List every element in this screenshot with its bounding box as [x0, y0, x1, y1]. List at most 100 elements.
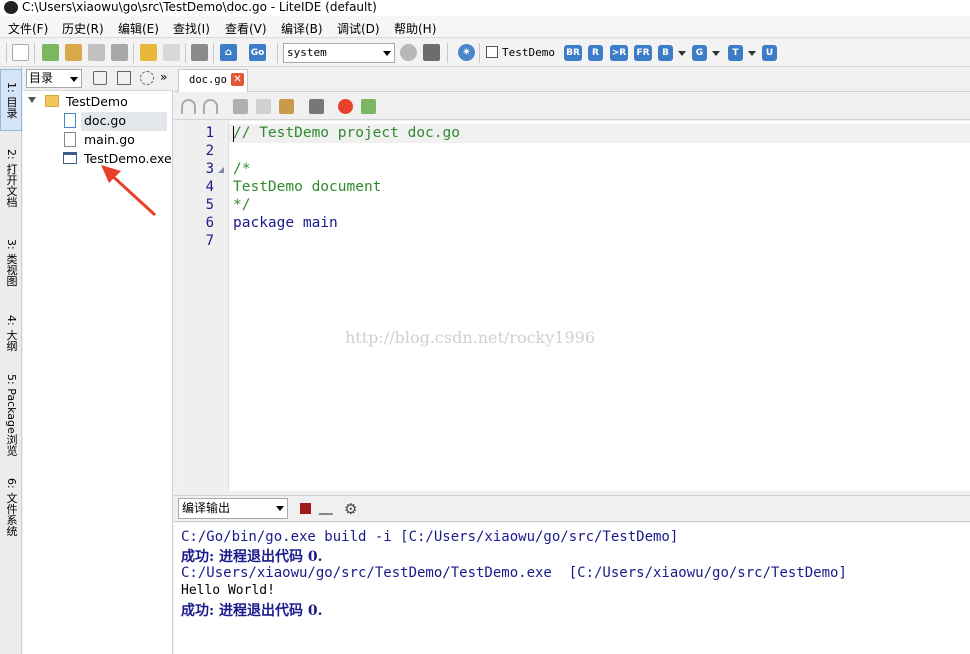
fold-marker-icon[interactable] — [218, 167, 224, 173]
build-target-label: TestDemo — [502, 46, 555, 59]
output-line: C:/Go/bin/go.exe build -i [C:/Users/xiao… — [181, 529, 679, 545]
test-dropdown-icon[interactable] — [748, 51, 756, 56]
tree-item-root[interactable]: TestDemo — [66, 93, 128, 112]
menu-help[interactable]: 帮助(H) — [394, 20, 436, 37]
title-bar: C:\Users\xiaowu\go\src\TestDemo\doc.go -… — [0, 0, 970, 16]
watermark: http://blog.csdn.net/rocky1996 — [345, 328, 595, 347]
close-icon[interactable]: ✕ — [231, 73, 244, 86]
menu-build[interactable]: 编译(B) — [281, 20, 323, 37]
locate-icon[interactable] — [140, 71, 154, 85]
file-run-button[interactable]: FR — [634, 45, 652, 61]
menu-view[interactable]: 查看(V) — [225, 20, 267, 37]
run-term-button[interactable]: >R — [610, 45, 628, 61]
debug-run-icon[interactable] — [361, 99, 376, 114]
tree-view-select-value: 目录 — [29, 71, 54, 85]
tree-item-doc-go[interactable]: doc.go — [81, 112, 167, 131]
tab-outline[interactable]: 4: 大纲 — [0, 303, 22, 363]
main-toolbar: ⌂ Go ✷ — [0, 39, 970, 67]
chevron-down-icon — [70, 77, 78, 82]
test-button[interactable]: T — [728, 45, 743, 61]
code-line-1: // TestDemo project doc.go — [233, 125, 460, 141]
tab-class-view[interactable]: 3: 类视图 — [0, 225, 22, 301]
back-icon[interactable] — [140, 44, 157, 61]
code-editor[interactable] — [229, 121, 970, 491]
code-line-6: package main — [233, 215, 338, 231]
menu-bar: 文件(F) 历史(R) 编辑(E) 查找(I) 查看(V) 编译(B) 调试(D… — [0, 16, 970, 38]
output-panel-select-value: 编译输出 — [182, 501, 231, 515]
build-dropdown-icon[interactable] — [678, 51, 686, 56]
env-select[interactable]: system — [283, 43, 395, 63]
menu-file[interactable]: 文件(F) — [8, 20, 48, 37]
exe-file-icon — [63, 152, 77, 164]
output-header — [174, 495, 970, 522]
line-number: 7 — [205, 233, 214, 249]
app-icon — [4, 1, 18, 14]
forward-icon[interactable] — [163, 44, 180, 61]
code-line-5: */ — [233, 197, 251, 213]
output-line: 成功: 进程退出代码 0. — [181, 603, 323, 619]
breakpoint-icon[interactable] — [338, 99, 353, 114]
new-project-icon[interactable] — [42, 44, 59, 61]
line-number: 4 — [205, 179, 214, 195]
build-target-checkbox[interactable] — [486, 46, 498, 58]
save-icon[interactable] — [88, 44, 105, 61]
cut-icon[interactable] — [233, 99, 248, 114]
tab-package-browser[interactable]: 5: Package浏览 — [0, 365, 22, 465]
tree-item-main-go[interactable]: main.go — [84, 131, 135, 150]
line-number: 3 — [205, 161, 214, 177]
copy-icon[interactable] — [256, 99, 271, 114]
build-config-icon[interactable]: ✷ — [458, 44, 475, 61]
tree-item-label: doc.go — [84, 113, 127, 128]
output-panel-select[interactable]: 编译输出 — [178, 498, 288, 519]
settings-gear-icon[interactable]: ⚙ — [344, 500, 357, 518]
window-title: C:\Users\xiaowu\go\src\TestDemo\doc.go -… — [22, 0, 377, 14]
edit-env-icon[interactable] — [423, 44, 440, 61]
stop-icon[interactable] — [300, 503, 311, 514]
side-tab-rail: 1: 目录 2: 打开文档 3: 类视图 4: 大纲 5: Package浏览 … — [0, 67, 22, 654]
lock-icon[interactable] — [309, 99, 324, 114]
line-number: 2 — [205, 143, 214, 159]
line-number: 6 — [205, 215, 214, 231]
redo-icon[interactable] — [203, 99, 218, 114]
menu-history[interactable]: 历史(R) — [62, 20, 104, 37]
output-line: 成功: 进程退出代码 0. — [181, 549, 323, 565]
paste-icon[interactable] — [279, 99, 294, 114]
new-file-icon[interactable] — [12, 44, 29, 61]
code-line-4: TestDemo document — [233, 179, 382, 195]
save-all-icon[interactable] — [111, 44, 128, 61]
annotation-arrow-icon — [101, 165, 157, 217]
more-icon[interactable]: » — [160, 70, 167, 84]
chevron-down-icon — [276, 506, 284, 511]
menu-find[interactable]: 查找(I) — [173, 20, 210, 37]
output-line: C:/Users/xiaowu/go/src/TestDemo/TestDemo… — [181, 565, 847, 581]
open-folder-icon[interactable] — [65, 44, 82, 61]
sync-editor-icon[interactable] — [117, 71, 131, 85]
go-file-icon — [64, 113, 76, 128]
menu-edit[interactable]: 编辑(E) — [118, 20, 159, 37]
filter-icon[interactable] — [93, 71, 107, 85]
tools-icon[interactable] — [191, 44, 208, 61]
run-button[interactable]: R — [588, 45, 603, 61]
refresh-env-icon[interactable] — [400, 44, 417, 61]
get-dropdown-icon[interactable] — [712, 51, 720, 56]
code-line-3: /* — [233, 161, 251, 177]
tree-view-select[interactable]: 目录 — [26, 69, 82, 88]
output-line: Hello World! — [181, 583, 275, 598]
update-button[interactable]: U — [762, 45, 777, 61]
home-icon[interactable]: ⌂ — [220, 44, 237, 61]
get-button[interactable]: G — [692, 45, 707, 61]
line-number: 1 — [205, 125, 214, 141]
env-select-value: system — [287, 46, 327, 59]
tab-directory[interactable]: 1: 目录 — [0, 69, 22, 131]
chevron-down-icon — [383, 51, 391, 56]
line-number: 5 — [205, 197, 214, 213]
tab-open-docs[interactable]: 2: 打开文档 — [0, 133, 22, 223]
tab-file-system[interactable]: 6: 文件系统 — [0, 467, 22, 547]
go-doc-icon[interactable]: Go — [249, 44, 266, 61]
build-button[interactable]: B — [658, 45, 673, 61]
menu-debug[interactable]: 调试(D) — [337, 20, 380, 37]
undo-icon[interactable] — [181, 99, 196, 114]
build-run-button[interactable]: BR — [564, 45, 582, 61]
editor-tab-bar — [174, 67, 970, 92]
expand-arrow-icon[interactable] — [28, 97, 36, 103]
